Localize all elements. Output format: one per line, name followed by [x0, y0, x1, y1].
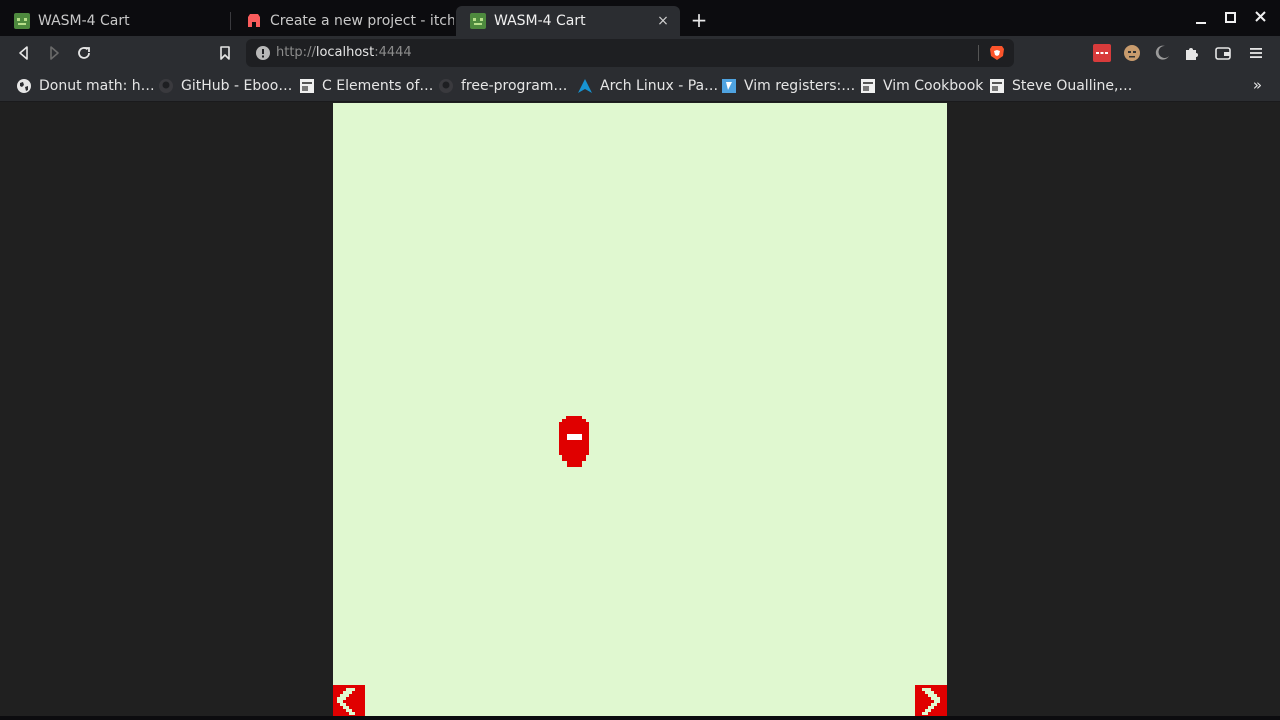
back-icon	[19, 46, 28, 60]
bookmarks-overflow-button[interactable]: »	[1253, 76, 1262, 94]
close-tab-button[interactable]: ×	[654, 12, 672, 30]
chevron-right-icon[interactable]	[915, 685, 947, 716]
url-divider	[978, 45, 979, 61]
globe-icon	[17, 79, 31, 93]
url-text: http://localhost:4444	[276, 45, 412, 60]
back-button[interactable]	[12, 41, 36, 65]
brave-shields-icon[interactable]	[988, 44, 1006, 62]
tab-itchio[interactable]: Create a new project - itch.io	[232, 6, 454, 36]
bookmark-label: GitHub - Eboo…	[181, 78, 293, 94]
close-window-button[interactable]	[1246, 6, 1276, 30]
wasm4-icon	[14, 13, 30, 29]
page-icon	[861, 79, 875, 93]
extension-red-icon[interactable]	[1093, 44, 1111, 62]
url-scheme: http://	[276, 45, 316, 60]
page-icon	[990, 79, 1004, 93]
maximize-button[interactable]	[1216, 6, 1246, 30]
extension-face-icon[interactable]	[1123, 44, 1141, 62]
bookmark-c-elements[interactable]: C Elements of…	[299, 76, 433, 96]
bookmarks-bar: Donut math: h… GitHub - Eboo… C Elements…	[0, 70, 1280, 102]
url-host: localhost	[315, 45, 375, 60]
info-icon	[256, 46, 270, 60]
minimize-button[interactable]	[1186, 6, 1216, 30]
reload-button[interactable]	[72, 41, 96, 65]
bookmark-label: C Elements of…	[322, 78, 434, 94]
bookmark-label: Vim Cookbook	[883, 78, 984, 94]
bookmark-steve-oualline[interactable]: Steve Oualline,…	[989, 76, 1132, 96]
wallet-icon[interactable]	[1214, 44, 1232, 62]
forward-icon	[50, 46, 59, 60]
close-icon	[1255, 11, 1266, 22]
url-port: :4444	[374, 45, 412, 60]
tab-wasm4-cart-active[interactable]: WASM-4 Cart ×	[456, 6, 680, 36]
new-tab-button[interactable]: +	[688, 9, 710, 31]
window-bottom-border	[0, 716, 1280, 720]
page-icon	[300, 79, 314, 93]
github-icon	[159, 79, 173, 93]
minimize-icon	[1196, 22, 1206, 24]
github-icon	[439, 79, 453, 93]
itchio-icon	[248, 14, 260, 27]
tab-separator	[230, 12, 231, 30]
bookmark-label: free-program…	[461, 78, 568, 94]
bookmark-free-program[interactable]: free-program…	[438, 76, 567, 96]
game-canvas[interactable]	[333, 103, 947, 716]
bookmark-donut-math[interactable]: Donut math: h…	[16, 76, 155, 96]
reload-icon	[78, 47, 90, 59]
bookmark-icon	[220, 46, 230, 60]
player-sprite	[559, 416, 589, 467]
arch-icon	[578, 79, 592, 93]
bookmark-github-eboo[interactable]: GitHub - Eboo…	[158, 76, 292, 96]
tab-strip: WASM-4 Cart Create a new project - itch.…	[0, 0, 1280, 38]
tab-title: WASM-4 Cart	[38, 13, 130, 29]
tab-title: WASM-4 Cart	[494, 13, 586, 29]
bookmark-arch-linux[interactable]: Arch Linux - Pa…	[577, 76, 718, 96]
wasm4-icon	[470, 13, 486, 29]
bookmark-vim-cookbook[interactable]: Vim Cookbook	[860, 76, 983, 96]
bookmark-label: Donut math: h…	[39, 78, 155, 94]
menu-icon[interactable]	[1247, 44, 1265, 62]
tab-title: Create a new project - itch.io	[270, 13, 454, 29]
extensions-puzzle-icon[interactable]	[1183, 44, 1201, 62]
page-viewport	[0, 103, 1280, 716]
bookmark-vim-registers[interactable]: Vim registers:…	[721, 76, 855, 96]
forward-button[interactable]	[42, 41, 66, 65]
chevron-left-icon[interactable]	[333, 685, 365, 716]
dark-mode-icon[interactable]	[1153, 44, 1171, 62]
vim-icon	[722, 79, 736, 93]
bookmark-label: Arch Linux - Pa…	[600, 78, 719, 94]
tab-wasm4-cart-1[interactable]: WASM-4 Cart	[0, 6, 228, 36]
maximize-icon	[1225, 12, 1236, 23]
bookmark-label: Vim registers:…	[744, 78, 856, 94]
bookmark-page-button[interactable]	[213, 41, 237, 65]
address-bar[interactable]: http://localhost:4444	[246, 39, 1014, 67]
navigation-toolbar: http://localhost:4444	[0, 36, 1280, 70]
bookmark-label: Steve Oualline,…	[1012, 78, 1133, 94]
